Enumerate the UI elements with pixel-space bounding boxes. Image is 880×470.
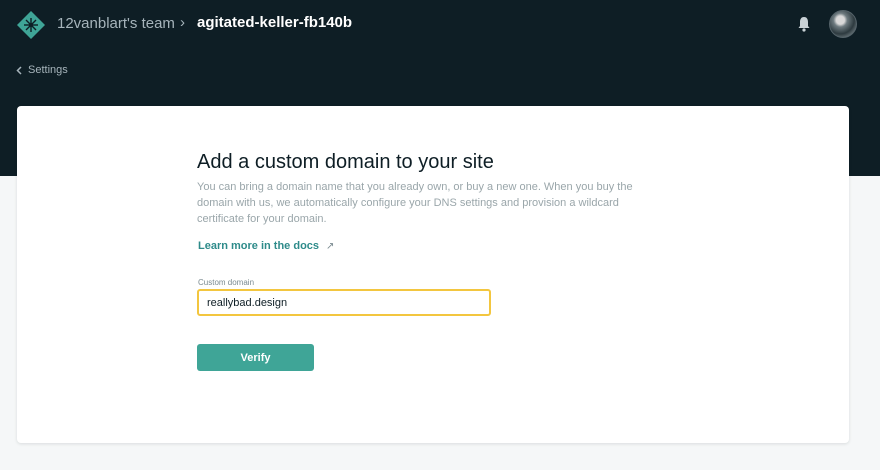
top-nav: 12vanblart's team › agitated-keller-fb14… bbox=[0, 0, 880, 50]
page-description: You can bring a domain name that you alr… bbox=[197, 181, 633, 225]
verify-button[interactable]: Verify bbox=[197, 344, 314, 371]
back-to-settings-link[interactable]: Settings bbox=[16, 64, 68, 76]
custom-domain-label: Custom domain bbox=[198, 278, 255, 287]
netlify-logo-icon[interactable] bbox=[16, 10, 46, 40]
chevron-left-icon bbox=[16, 65, 22, 75]
avatar[interactable] bbox=[829, 10, 857, 38]
site-name-breadcrumb[interactable]: agitated-keller-fb140b bbox=[197, 14, 352, 31]
breadcrumb-separator: › bbox=[180, 14, 185, 31]
bell-icon[interactable] bbox=[797, 16, 811, 32]
docs-link[interactable]: Learn more in the docs ↗ bbox=[198, 240, 334, 252]
custom-domain-card: Add a custom domain to your site You can… bbox=[17, 106, 849, 443]
team-breadcrumb[interactable]: 12vanblart's team bbox=[57, 15, 175, 32]
back-link-label: Settings bbox=[28, 64, 68, 76]
external-link-icon: ↗ bbox=[326, 240, 335, 252]
page-title: Add a custom domain to your site bbox=[197, 151, 494, 173]
docs-link-label: Learn more in the docs bbox=[198, 240, 320, 252]
custom-domain-input[interactable] bbox=[197, 289, 491, 316]
